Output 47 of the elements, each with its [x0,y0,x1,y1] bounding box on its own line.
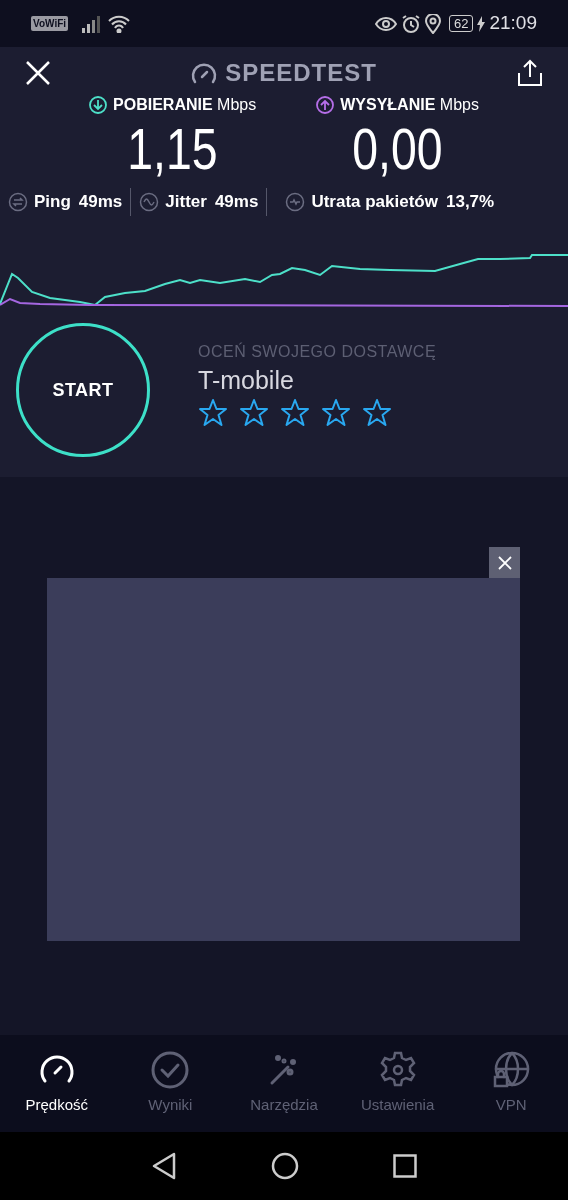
speed-value: 0,00 [352,117,443,181]
metric-value: 49ms [214,191,259,214]
speed-label: POBIERANIE Mbps [113,95,257,115]
metric-value: 13,7% [446,191,495,214]
star-icon[interactable] [321,398,351,428]
back-icon[interactable] [151,1152,177,1180]
nav-tab[interactable]: Prędkość [0,1050,114,1117]
close-button[interactable] [24,59,52,87]
nav-tab[interactable]: Wyniki [113,1050,228,1117]
share-button[interactable] [516,59,544,87]
charging-icon [476,15,487,32]
metric-label: Utrata pakietów [311,191,438,214]
star-icon[interactable] [280,398,310,428]
ping-icon [8,192,28,212]
star-icon[interactable] [362,398,392,428]
close-icon [25,60,51,86]
recents-icon[interactable] [393,1154,417,1178]
provider-name: T-mobile [198,365,295,396]
battery-indicator: 62 [449,15,474,32]
metric-label: Jitter [165,191,207,214]
speedometer-icon [191,62,218,84]
clock-time: 21:09 [489,11,537,36]
eye-icon [375,15,397,32]
speed-label: WYSYŁANIE Mbps [340,95,479,115]
metric-value: 49ms [78,191,123,214]
nav-tab[interactable]: Ustawienia [340,1050,455,1117]
alarm-icon [401,13,421,34]
star-icon[interactable] [239,398,269,428]
wifi-icon [108,14,131,33]
share-icon [517,59,543,87]
pulse-icon [285,192,306,212]
location-icon [425,13,441,34]
home-icon[interactable] [271,1152,299,1180]
wave-icon [139,192,160,212]
star-icon[interactable] [198,398,228,428]
close-icon [497,555,512,570]
nav-tab[interactable]: VPN [454,1050,568,1117]
signal-icon [82,14,103,33]
app-title: SPEEDTEST [225,58,377,88]
ad-close-button[interactable] [489,547,520,578]
rating-prompt: OCEŃ SWOJEGO DOSTAWCĘ [198,341,437,362]
metric-label: Ping [34,191,71,214]
speed-value: 1,15 [127,117,218,181]
nav-tab[interactable]: Narzędzia [227,1050,341,1117]
check-circle-icon [150,1050,191,1091]
vowifi-badge: VoWiFi [31,16,69,31]
start-button[interactable]: START [16,323,150,457]
